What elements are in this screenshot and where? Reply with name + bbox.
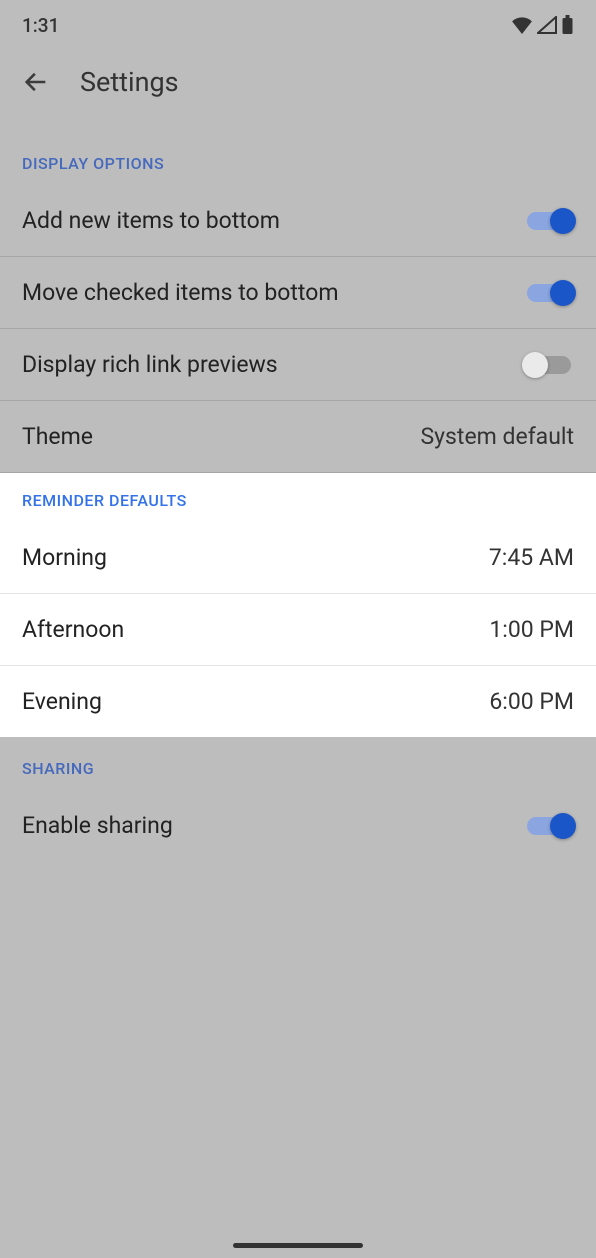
row-label: Move checked items to bottom	[22, 279, 339, 306]
row-enable-sharing[interactable]: Enable sharing	[0, 790, 596, 861]
row-afternoon[interactable]: Afternoon 1:00 PM	[0, 594, 596, 666]
row-theme[interactable]: Theme System default	[0, 401, 596, 473]
back-arrow-icon[interactable]	[22, 68, 50, 96]
section-header-display: DISPLAY OPTIONS	[0, 114, 596, 185]
row-label: Morning	[22, 544, 107, 571]
row-add-new-items[interactable]: Add new items to bottom	[0, 185, 596, 257]
nav-handle[interactable]	[233, 1243, 363, 1248]
row-move-checked[interactable]: Move checked items to bottom	[0, 257, 596, 329]
row-label: Add new items to bottom	[22, 207, 280, 234]
toggle-add-new-items[interactable]	[524, 211, 574, 231]
row-value-evening: 6:00 PM	[489, 688, 574, 715]
row-morning[interactable]: Morning 7:45 AM	[0, 522, 596, 594]
page-title: Settings	[80, 66, 179, 98]
section-header-sharing: SHARING	[0, 737, 596, 790]
row-value-theme: System default	[421, 423, 574, 450]
row-evening[interactable]: Evening 6:00 PM	[0, 666, 596, 737]
wifi-icon	[511, 16, 533, 34]
toggle-move-checked[interactable]	[524, 283, 574, 303]
app-bar: Settings	[0, 50, 596, 114]
row-value-morning: 7:45 AM	[489, 544, 574, 571]
toggle-rich-links[interactable]	[524, 355, 574, 375]
cellular-icon	[537, 16, 557, 34]
status-icons	[511, 15, 574, 35]
row-label: Enable sharing	[22, 812, 173, 839]
status-bar: 1:31	[0, 0, 596, 50]
battery-icon	[561, 15, 574, 35]
row-label: Display rich link previews	[22, 351, 278, 378]
toggle-enable-sharing[interactable]	[524, 816, 574, 836]
section-header-reminders: REMINDER DEFAULTS	[0, 473, 596, 522]
row-label: Afternoon	[22, 616, 124, 643]
row-rich-links[interactable]: Display rich link previews	[0, 329, 596, 401]
row-value-afternoon: 1:00 PM	[489, 616, 574, 643]
row-label: Evening	[22, 688, 102, 715]
status-time: 1:31	[22, 14, 59, 37]
row-label: Theme	[22, 423, 93, 450]
